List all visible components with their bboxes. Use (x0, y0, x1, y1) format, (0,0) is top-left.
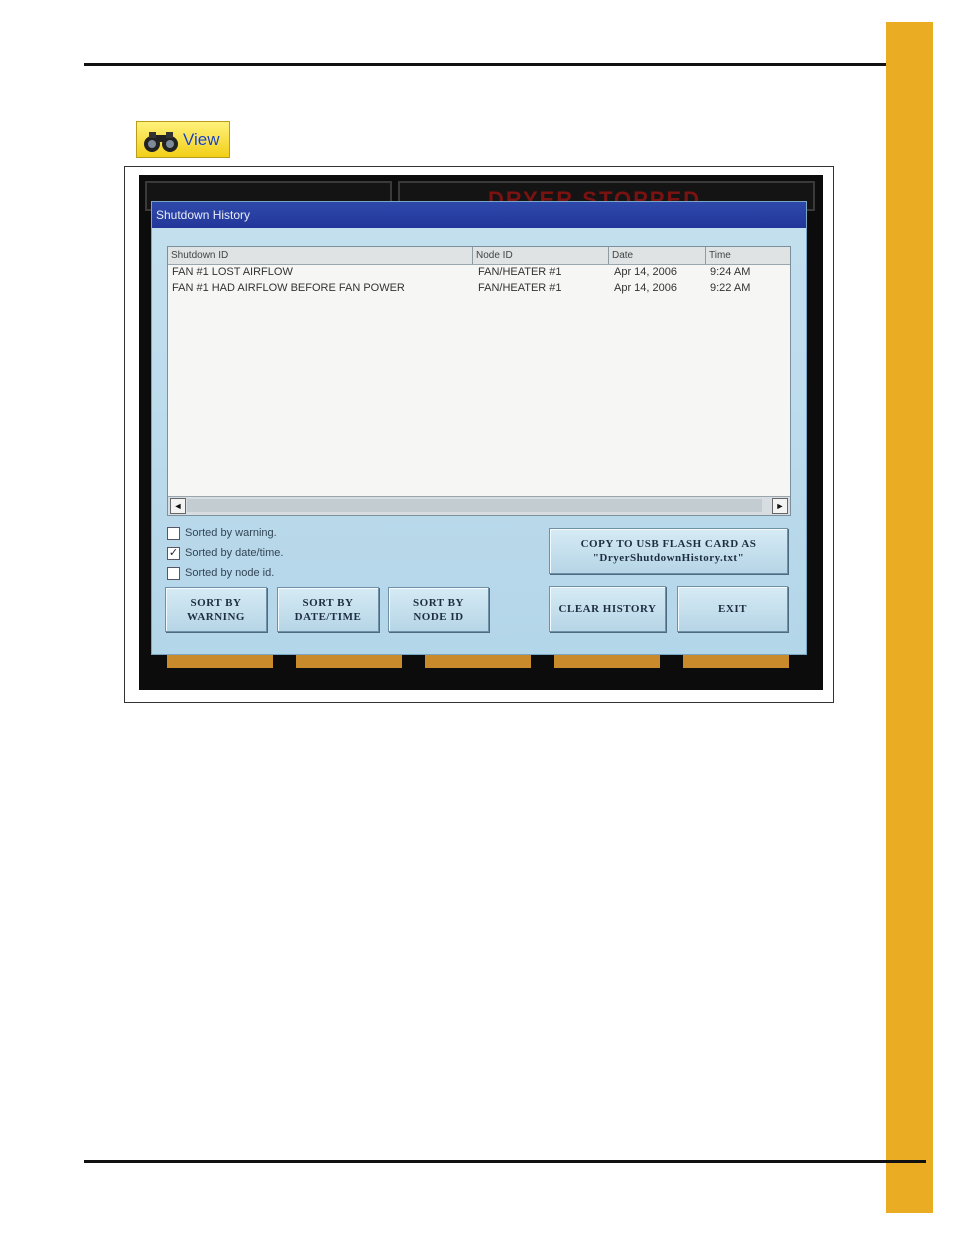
clear-history-button[interactable]: CLEAR HISTORY (549, 586, 666, 632)
list-header: Shutdown ID Node ID Date Time (168, 247, 790, 265)
scroll-left-icon[interactable]: ◄ (170, 498, 186, 514)
copy-usb-line1: COPY TO USB FLASH CARD AS (580, 538, 757, 550)
view-label: View (183, 130, 220, 149)
sort-warning-line1: SORT BY (190, 596, 242, 609)
checkbox-box[interactable] (167, 567, 180, 580)
sort-by-node-id-button[interactable]: SORT BY NODE ID (388, 587, 489, 632)
binoculars-icon (144, 132, 178, 152)
column-header-time[interactable]: Time (706, 247, 790, 264)
shutdown-history-dialog: Shutdown History Shutdown ID Node ID Dat… (151, 201, 807, 655)
horizontal-scrollbar[interactable]: ◄ ► (168, 496, 790, 515)
scroll-right-icon[interactable]: ► (772, 498, 788, 514)
sort-datetime-line2: DATE/TIME (294, 610, 362, 623)
top-rule (84, 63, 926, 66)
list-item[interactable]: FAN #1 LOST AIRFLOW FAN/HEATER #1 Apr 14… (168, 266, 790, 282)
side-tab (886, 22, 933, 1213)
sort-node-line1: SORT BY (413, 596, 464, 609)
column-header-node-id[interactable]: Node ID (473, 247, 609, 264)
checkbox-label: Sorted by date/time. (185, 547, 284, 559)
screenshot-frame: DRYER STOPPED Shutdown History Shutdown … (124, 166, 834, 703)
cell-node-id: FAN/HEATER #1 (478, 266, 562, 278)
touch-screen: DRYER STOPPED Shutdown History Shutdown … (139, 175, 823, 690)
shutdown-list[interactable]: Shutdown ID Node ID Date Time FAN #1 LOS… (167, 246, 791, 516)
checkbox-label: Sorted by warning. (185, 527, 277, 539)
sort-node-line2: NODE ID (413, 610, 464, 623)
sort-datetime-line1: SORT BY (302, 596, 354, 609)
column-header-shutdown-id[interactable]: Shutdown ID (168, 247, 473, 264)
copy-usb-line2: "DryerShutdownHistory.txt" (592, 552, 745, 564)
sort-warning-line2: WARNING (187, 610, 245, 623)
list-item[interactable]: FAN #1 HAD AIRFLOW BEFORE FAN POWER FAN/… (168, 282, 790, 298)
bottom-rule (84, 1160, 926, 1163)
column-header-date[interactable]: Date (609, 247, 706, 264)
cell-node-id: FAN/HEATER #1 (478, 282, 562, 294)
checkmark-icon[interactable]: ✓ (167, 547, 180, 560)
cell-shutdown-id: FAN #1 HAD AIRFLOW BEFORE FAN POWER (172, 282, 405, 294)
cell-shutdown-id: FAN #1 LOST AIRFLOW (172, 266, 293, 278)
cell-time: 9:22 AM (710, 282, 751, 294)
sort-by-datetime-button[interactable]: SORT BY DATE/TIME (277, 587, 379, 632)
cell-time: 9:24 AM (710, 266, 751, 278)
exit-button[interactable]: EXIT (677, 586, 788, 632)
sort-by-warning-button[interactable]: SORT BY WARNING (165, 587, 267, 632)
scroll-track[interactable] (187, 499, 762, 512)
checkbox-box[interactable] (167, 527, 180, 540)
view-badge: View (136, 121, 230, 158)
checkbox-label: Sorted by node id. (185, 567, 275, 579)
cell-date: Apr 14, 2006 (614, 282, 677, 294)
copy-to-usb-button[interactable]: COPY TO USB FLASH CARD AS "DryerShutdown… (549, 528, 788, 574)
dialog-title: Shutdown History (152, 202, 806, 228)
cell-date: Apr 14, 2006 (614, 266, 677, 278)
